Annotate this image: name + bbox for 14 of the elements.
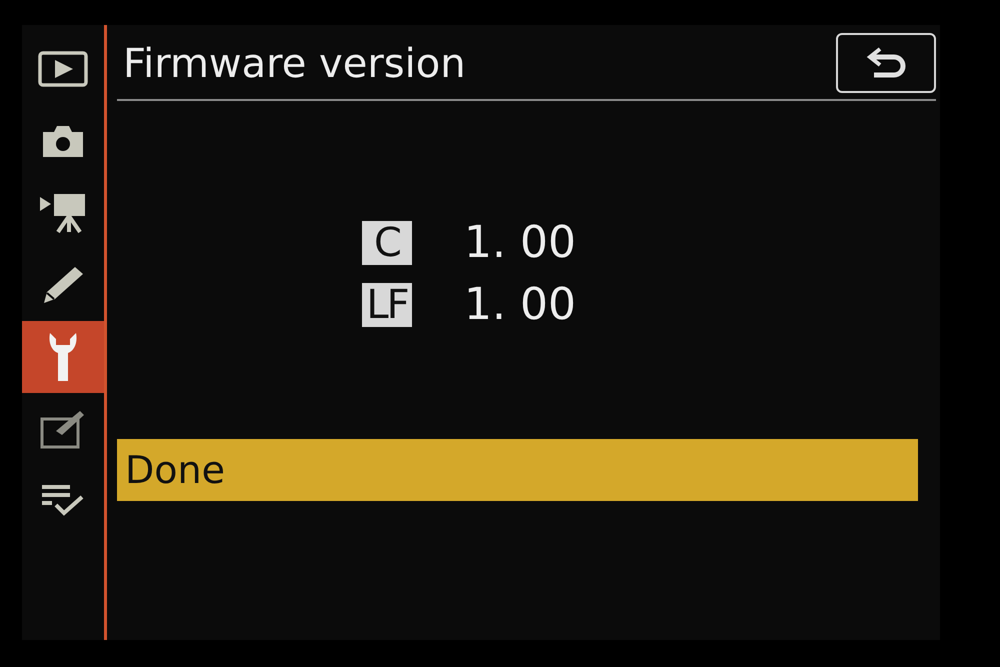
done-option[interactable]: Done [117, 439, 918, 501]
version-number: 1. 00 [464, 283, 576, 327]
module-label: LF [362, 283, 412, 327]
retouch-icon [40, 409, 86, 449]
return-arrow-icon [866, 46, 906, 80]
module-label: C [362, 221, 412, 265]
screen-title: Firmware version [122, 40, 466, 89]
wrench-icon [48, 331, 78, 383]
back-button[interactable] [836, 33, 936, 93]
movie-camera-icon [39, 192, 87, 234]
version-number: 1. 00 [464, 221, 576, 265]
playback-icon [38, 51, 88, 87]
camera-icon [40, 124, 86, 158]
pencil-icon [41, 265, 85, 305]
